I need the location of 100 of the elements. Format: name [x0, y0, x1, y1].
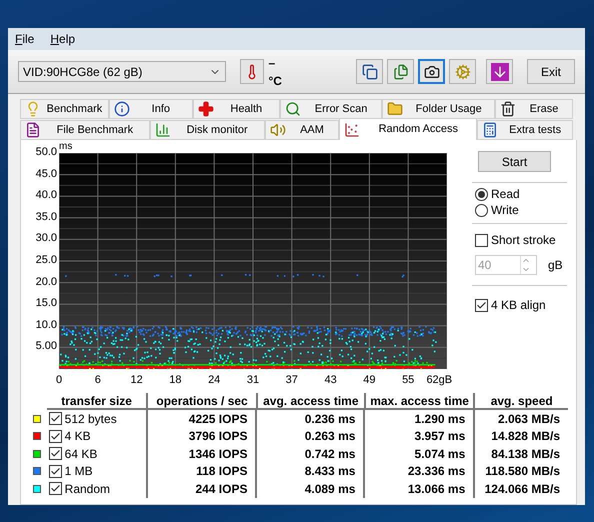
- checkbox[interactable]: [48, 430, 62, 443]
- table-cell-text: 23.336 ms: [408, 463, 466, 480]
- start-button[interactable]: Start: [478, 151, 551, 172]
- checkbox-label: Short stroke: [491, 232, 556, 249]
- tab[interactable]: Disk monitor: [150, 120, 265, 140]
- toolbar-button[interactable]: [356, 59, 384, 84]
- checkbox-label: 1 MB: [64, 463, 93, 480]
- copy-icon: [362, 64, 378, 80]
- tab[interactable]: Benchmark: [20, 99, 109, 119]
- axis-label: 18: [169, 373, 182, 388]
- toolbar-button[interactable]: [418, 59, 446, 84]
- axis-label: 6: [94, 373, 101, 388]
- checkbox[interactable]: [475, 298, 488, 312]
- axis-label: 43: [324, 373, 337, 388]
- toolbar-button[interactable]: [486, 59, 514, 84]
- checkbox[interactable]: [48, 412, 62, 426]
- axis-label: 0: [56, 373, 62, 388]
- checkbox-label: Random: [64, 480, 110, 498]
- column-header: max. access time: [370, 392, 469, 410]
- table-cell-text: 118 IOPS: [196, 463, 248, 480]
- unit-label: gB: [548, 257, 563, 274]
- radio-button[interactable]: [475, 204, 488, 216]
- table-cell-text: 4.089 ms: [304, 480, 356, 498]
- tab[interactable]: Folder Usage: [382, 99, 495, 119]
- bar-chart-icon: [154, 122, 171, 138]
- tab[interactable]: Health: [192, 99, 280, 119]
- menu-item[interactable]: Help: [50, 30, 76, 48]
- axis-label: 37: [286, 373, 298, 388]
- table-cell-text: 118.580 MB/s: [485, 463, 560, 480]
- table-cell-text: 3.957 ms: [414, 428, 466, 446]
- table-cell-text: 0.742 ms: [304, 446, 356, 463]
- folder-icon: [387, 101, 404, 117]
- table-cell-text: 13.066 ms: [408, 480, 466, 498]
- axis-unit: ms: [59, 140, 74, 153]
- table-cell-text: 3796 IOPS: [188, 428, 248, 446]
- axis-label: 10.0: [36, 318, 57, 331]
- axis-label: 40.0: [36, 189, 57, 202]
- axis-label: 45.0: [36, 168, 57, 180]
- axis-label: 55: [402, 373, 414, 388]
- tab[interactable]: Info: [108, 99, 193, 119]
- column-header: operations / sec: [156, 392, 248, 410]
- table-cell-text: 8.433 ms: [304, 463, 356, 480]
- tab[interactable]: Random Access: [339, 118, 478, 140]
- temperature-reading: – °C: [268, 54, 283, 90]
- axis-label: 35.0: [36, 210, 57, 223]
- files-icon: [392, 64, 409, 80]
- trash-icon: [500, 101, 516, 117]
- checkbox[interactable]: [48, 482, 62, 496]
- exit-button[interactable]: Exit: [527, 59, 575, 84]
- checkbox[interactable]: [48, 464, 62, 478]
- grid-icon: [482, 122, 498, 138]
- tab[interactable]: Error Scan: [280, 99, 382, 119]
- info-icon: [114, 101, 130, 117]
- table-cell-text: 84.138 MB/s: [491, 446, 560, 463]
- tab[interactable]: Erase: [494, 99, 573, 119]
- column-header: avg. speed: [490, 392, 553, 410]
- axis-label: 30.0: [36, 232, 57, 244]
- table-cell-text: 4225 IOPS: [188, 410, 248, 428]
- temperature-button[interactable]: [240, 59, 264, 84]
- table-cell-text: 1346 IOPS: [188, 446, 248, 463]
- magnifier-icon: [284, 101, 301, 117]
- menu-item[interactable]: File: [15, 30, 34, 48]
- document-icon: [25, 122, 41, 138]
- camera-icon: [424, 64, 440, 80]
- column-header: transfer size: [61, 392, 132, 410]
- gear-icon: [454, 64, 471, 80]
- tab[interactable]: Extra tests: [477, 120, 574, 140]
- axis-label: 20.0: [36, 276, 57, 288]
- table-cell-text: 124.066 MB/s: [484, 480, 560, 498]
- speaker-icon: [270, 122, 286, 138]
- table-cell-text: 0.236 ms: [304, 410, 356, 428]
- radio-button[interactable]: [475, 188, 488, 200]
- axis-label: 49: [363, 373, 376, 388]
- axis-label: 24: [208, 373, 220, 388]
- table-cell-text: 244 IOPS: [195, 480, 248, 498]
- axis-label: 62gB: [426, 373, 452, 388]
- axis-label: 5.00: [36, 340, 57, 352]
- cross-icon: [198, 101, 214, 117]
- checkbox-label: 512 bytes: [64, 410, 117, 428]
- axis-label: 50.0: [36, 146, 57, 158]
- table-cell-text: 5.074 ms: [414, 446, 466, 463]
- table-cell-text: 14.828 MB/s: [491, 428, 560, 446]
- scatter-chart-icon: [344, 122, 360, 138]
- tab[interactable]: AAM: [264, 120, 340, 140]
- axis-label: 15.0: [36, 297, 57, 310]
- table-cell-text: 0.263 ms: [304, 428, 356, 446]
- checkbox-label: 4 KB: [64, 428, 91, 446]
- axis-label: 31: [246, 373, 260, 388]
- drive-dropdown[interactable]: VID:90HCG8e (62 gB): [18, 61, 226, 82]
- tab[interactable]: File Benchmark: [20, 120, 150, 140]
- radio-label: Read: [491, 186, 520, 203]
- axis-label: 12: [130, 373, 143, 388]
- checkbox-label: 64 KB: [64, 446, 98, 463]
- table-cell-text: 2.063 MB/s: [498, 410, 560, 428]
- checkbox-label: 4 KB align: [491, 297, 546, 314]
- axis-label: 25.0: [36, 254, 57, 266]
- checkbox[interactable]: [475, 234, 488, 246]
- column-header: avg. access time: [263, 392, 359, 410]
- checkbox[interactable]: [48, 447, 62, 460]
- table-cell-text: 1.290 ms: [414, 410, 466, 428]
